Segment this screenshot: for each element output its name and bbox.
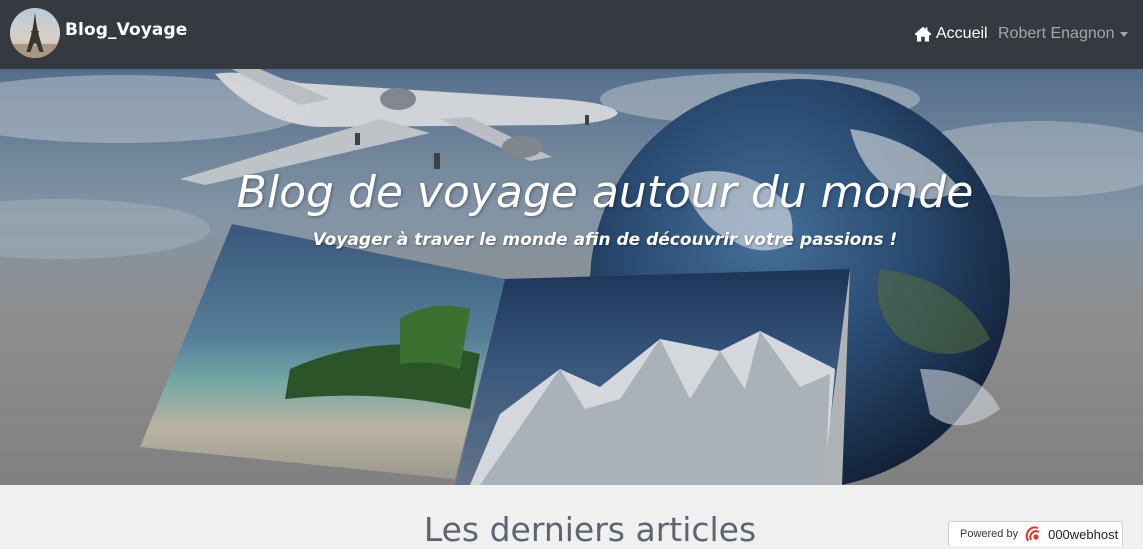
user-dropdown[interactable]: Robert Enagnon — [998, 22, 1128, 46]
nav-home-link[interactable]: Accueil — [914, 22, 988, 46]
user-name: Robert Enagnon — [998, 25, 1115, 42]
000webhost-logo-icon — [1025, 526, 1040, 542]
powered-by-badge[interactable]: Powered by 000webhost — [948, 521, 1123, 546]
hero-background-image — [0, 69, 1143, 485]
hero-subtitle: Voyager à traver le monde afin de découv… — [312, 230, 898, 250]
nav-home-label: Accueil — [936, 25, 988, 42]
navbar: Blog_Voyage Accueil Robert Enagnon — [0, 0, 1143, 69]
brand-logo[interactable] — [10, 8, 60, 58]
powered-by-label: Powered by — [960, 528, 1019, 540]
home-icon — [914, 26, 932, 42]
hero-banner: Blog de voyage autour du monde Voyager à… — [0, 69, 1143, 485]
hero-title: Blog de voyage autour du monde — [236, 167, 974, 218]
chevron-down-icon — [1119, 31, 1128, 37]
eiffel-tower-icon — [10, 12, 60, 58]
brand-name[interactable]: Blog_Voyage — [65, 20, 187, 40]
powered-by-brand: 000webhost — [1048, 526, 1119, 542]
